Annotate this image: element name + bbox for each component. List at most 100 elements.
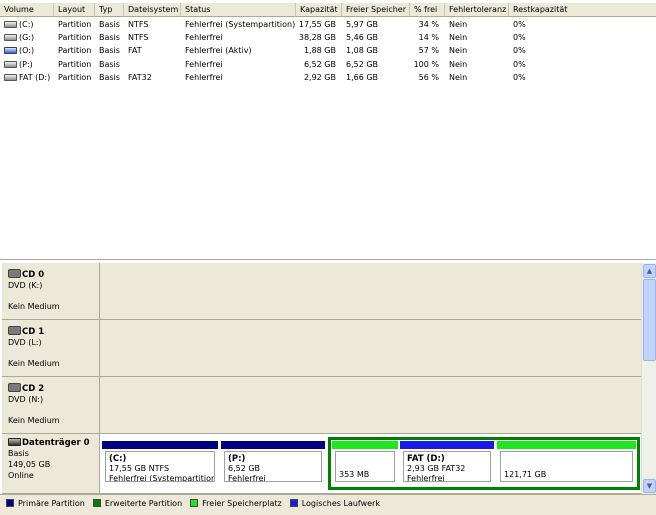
column-header-dateisystem[interactable]: Dateisystem: [124, 3, 181, 17]
partition-status: Fehlerfrei: [407, 474, 445, 482]
table-row[interactable]: (O:) Partition Basis FAT Fehlerfrei (Aktiv) 1…: [0, 44, 600, 57]
column-header-freier-speicher[interactable]: Freier Speicher: [342, 3, 410, 17]
partition-status: Freier Speicherplatz: [504, 480, 584, 481]
drive-icon: [4, 60, 17, 68]
partition-title: (C:): [109, 454, 127, 464]
cell-layout: Partition: [58, 20, 92, 29]
partition-status: Fehlerfrei (Systempartition): [109, 474, 215, 482]
disk-name: Datenträger 0: [22, 438, 90, 448]
table-row[interactable]: (C:) Partition Basis NTFS Fehlerfrei (System…: [0, 18, 600, 31]
cell-fs: FAT: [128, 46, 142, 56]
column-header-volume[interactable]: Volume: [0, 3, 54, 17]
cell-fault: Nein: [449, 33, 468, 43]
disk-drive-letter: DVD (K:): [8, 281, 43, 290]
volume-list-header: Volume Layout Typ Dateisystem Status Kap…: [0, 3, 656, 17]
partition-info: 353 MBFreier Speicher: [335, 451, 395, 482]
cell-overhead: 0%: [513, 72, 526, 82]
partition-color-bar: [102, 441, 218, 449]
hard-disk-icon: [8, 438, 21, 446]
disk-area: [100, 263, 641, 320]
cell-capacity: 17,55 GB: [298, 20, 336, 29]
column-header-fehlertoleranz[interactable]: Fehlertoleranz: [445, 3, 509, 17]
partition-block[interactable]: FAT (D:) 2,93 GB FAT32 Fehlerfrei: [399, 440, 495, 486]
disk-label[interactable]: CD 2 DVD (N:) Kein Medium: [2, 377, 100, 434]
volume-name: (P:): [19, 59, 33, 69]
legend-swatch: [190, 499, 199, 507]
table-row[interactable]: (P:) Partition Basis Fehlerfrei 6,52 GB 6,52 …: [0, 58, 600, 71]
partition-color-bar: [497, 441, 636, 449]
partition-title: (P:): [228, 454, 246, 464]
disk-media-status: Kein Medium: [8, 302, 60, 311]
legend-label: Primäre Partition: [18, 499, 85, 508]
cell-typ: Basis: [99, 59, 120, 69]
cell-layout: Partition: [58, 46, 92, 56]
scroll-thumb[interactable]: [643, 279, 656, 361]
cell-capacity: 2,92 GB: [303, 72, 336, 82]
partition-block[interactable]: 353 MBFreier Speicher: [331, 440, 399, 486]
disk-label[interactable]: Datenträger 0 Basis 149,05 GB Online: [2, 434, 100, 494]
disk-row-cd-1[interactable]: CD 1 DVD (L:) Kein Medium: [0, 320, 641, 377]
cell-overhead: 0%: [513, 33, 526, 43]
legend-label: Erweiterte Partition: [104, 499, 183, 508]
cell-free: 1,08 GB: [346, 46, 379, 56]
partition-info: (P:) 6,52 GB Fehlerfrei: [224, 451, 322, 482]
partition-map: (C:) 17,55 GB NTFS Fehlerfrei (Systemparti…: [100, 434, 641, 494]
cell-fs: [124, 58, 181, 71]
volume-name: (O:): [19, 46, 35, 56]
scroll-up-button[interactable]: ▲: [643, 264, 656, 278]
cell-pct: 57 %: [418, 46, 439, 56]
cell-fs: NTFS: [128, 33, 149, 43]
disk-row-cd-2[interactable]: CD 2 DVD (N:) Kein Medium: [0, 377, 641, 434]
system-drive-icon: [4, 47, 17, 55]
partition-color-bar: [332, 441, 398, 449]
legend-swatch: [289, 499, 298, 507]
disk-media-status: Kein Medium: [8, 359, 60, 368]
legend-bar: Primäre Partition Erweiterte Partition Fre…: [0, 494, 656, 515]
cell-status: Fehlerfrei: [185, 33, 223, 43]
partition-block[interactable]: (P:) 6,52 GB Fehlerfrei: [220, 440, 326, 486]
disk-label[interactable]: CD 0 DVD (K:) Kein Medium: [2, 263, 100, 320]
legend-swatch: [92, 499, 101, 507]
cell-free: 5,97 GB: [346, 20, 379, 29]
cell-status: Fehlerfrei (Systempartition): [185, 20, 296, 29]
disk-size: 149,05 GB: [8, 460, 51, 469]
disk-area: [100, 320, 641, 377]
column-header-prozent-frei[interactable]: % frei: [410, 3, 445, 17]
column-header-typ[interactable]: Typ: [95, 3, 124, 17]
partition-info: 121,71 GBFreier Speicherplatz: [500, 451, 633, 482]
cell-status: Fehlerfrei: [185, 59, 223, 69]
volume-name: (G:): [19, 33, 35, 43]
volume-name: FAT (D:): [19, 72, 51, 82]
table-row[interactable]: (G:) Partition Basis NTFS Fehlerfrei 38,28 GB…: [0, 31, 600, 44]
cell-layout: Partition: [58, 33, 92, 43]
partition-size: 121,71 GB: [504, 470, 547, 479]
disk-drive-letter: DVD (L:): [8, 338, 42, 347]
volume-name: (C:): [19, 20, 34, 29]
partition-block[interactable]: (C:) 17,55 GB NTFS Fehlerfrei (Systemparti…: [101, 440, 219, 486]
cell-free: 5,46 GB: [346, 33, 379, 43]
column-header-status[interactable]: Status: [181, 3, 296, 17]
disk-pane: CD 0 DVD (K:) Kein Medium CD 1 DVD (L:) Kein …: [0, 263, 656, 494]
cell-overhead: 0%: [513, 20, 526, 29]
cell-volume: FAT (D:): [0, 71, 54, 84]
cell-fault: Nein: [449, 72, 468, 82]
scroll-down-button[interactable]: ▼: [643, 479, 656, 493]
partition-block[interactable]: 121,71 GBFreier Speicherplatz: [496, 440, 637, 486]
table-row[interactable]: FAT (D:) Partition Basis FAT32 Fehlerfrei 2,9…: [0, 71, 600, 84]
column-header-kapazitaet[interactable]: Kapazität: [296, 3, 342, 17]
partition-size: 17,55 GB NTFS: [109, 464, 170, 473]
cell-overhead: 0%: [513, 59, 526, 69]
disk-row-datentraeger-0[interactable]: Datenträger 0 Basis 149,05 GB Online (C:…: [0, 434, 641, 494]
column-header-restkapazitaet[interactable]: Restkapazität: [509, 3, 656, 17]
cell-typ: Basis: [99, 33, 120, 43]
disk-row-cd-0[interactable]: CD 0 DVD (K:) Kein Medium: [0, 263, 641, 320]
vertical-scrollbar[interactable]: ▲ ▼: [641, 263, 656, 494]
cell-typ: Basis: [99, 46, 120, 56]
volume-list: Volume Layout Typ Dateisystem Status Kap…: [0, 0, 656, 260]
cell-capacity: 6,52 GB: [303, 59, 336, 69]
disk-label[interactable]: CD 1 DVD (L:) Kein Medium: [2, 320, 100, 377]
partition-size: 353 MB: [339, 470, 370, 479]
cell-volume: (O:): [0, 44, 54, 57]
cell-fs: NTFS: [128, 20, 149, 29]
column-header-layout[interactable]: Layout: [54, 3, 95, 17]
